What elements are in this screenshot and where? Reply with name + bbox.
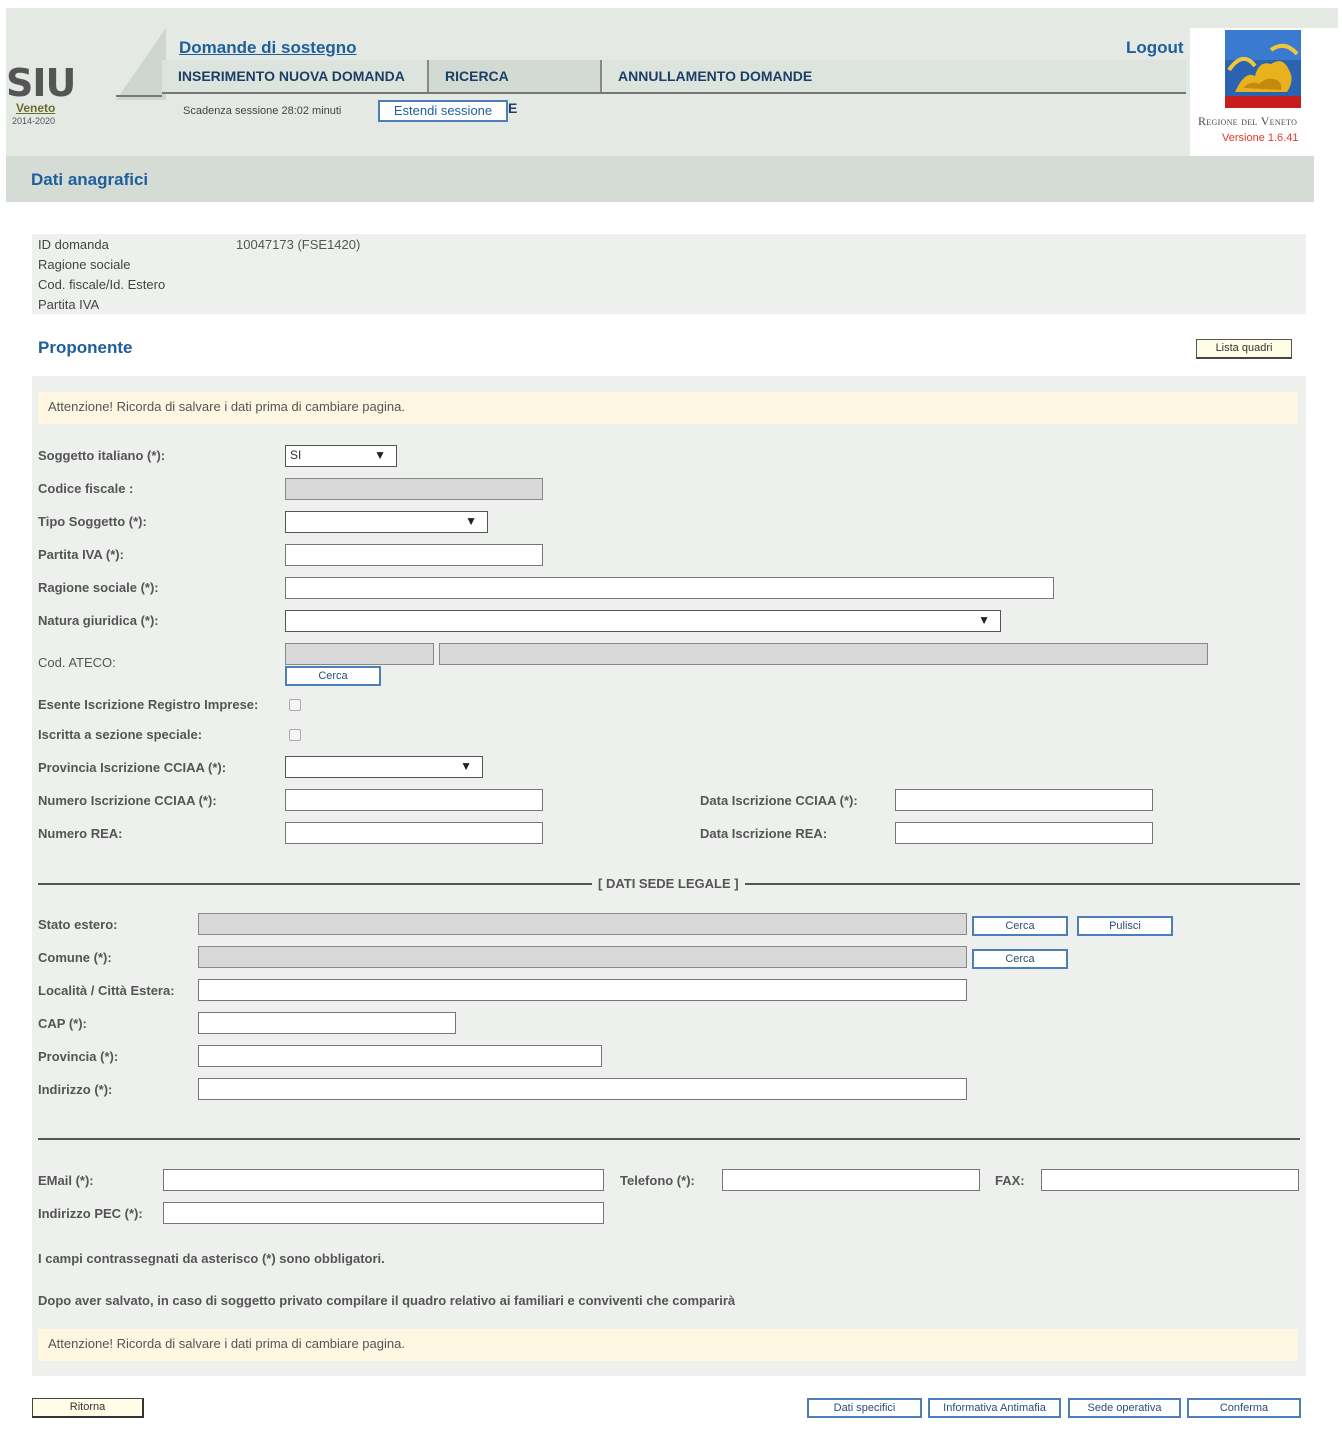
- codice-fiscale-input: [285, 478, 543, 500]
- extend-session-button[interactable]: Estendi sessione: [378, 100, 508, 122]
- cod-ateco-desc-input: [439, 643, 1208, 665]
- data-rea-label: Data Iscrizione REA:: [700, 826, 828, 841]
- numero-rea-input[interactable]: [285, 822, 543, 844]
- telefono-label: Telefono (*):: [620, 1173, 695, 1188]
- menu-annullamento-domande[interactable]: ANNULLAMENTO DOMANDE: [602, 60, 828, 92]
- data-cciaa-label: Data Iscrizione CCIAA (*):: [700, 793, 858, 808]
- provincia-input[interactable]: [198, 1045, 602, 1067]
- iscritta-checkbox[interactable]: [289, 729, 301, 741]
- id-domanda-label: ID domanda: [38, 237, 109, 252]
- siu-logo: SIU: [6, 61, 76, 105]
- cod-ateco-cerca-button[interactable]: Cerca: [285, 666, 381, 686]
- warning-banner-top: Attenzione! Ricorda di salvare i dati pr…: [38, 392, 1298, 424]
- application-summary: [32, 234, 1306, 314]
- dropdown-arrow-icon: ▼: [465, 514, 477, 528]
- soggetto-italiano-label: Soggetto italiano (*):: [38, 448, 166, 463]
- app-version: Versione 1.6.41: [1222, 132, 1299, 144]
- dropdown-arrow-icon: ▼: [460, 759, 472, 773]
- esente-checkbox[interactable]: [289, 699, 301, 711]
- natura-giuridica-label: Natura giuridica (*):: [38, 613, 159, 628]
- siu-logo-years: 2014-2020: [12, 116, 56, 126]
- email-input[interactable]: [163, 1169, 604, 1191]
- fax-input[interactable]: [1041, 1169, 1299, 1191]
- menu-inserimento-nuova-domanda[interactable]: INSERIMENTO NUOVA DOMANDA: [162, 60, 429, 92]
- id-domanda-value: 10047173 (FSE1420): [236, 237, 361, 252]
- mandatory-note: I campi contrassegnati da asterisco (*) …: [38, 1251, 385, 1266]
- pec-input[interactable]: [163, 1202, 604, 1224]
- partita-iva-field-label: Partita IVA (*):: [38, 547, 124, 562]
- dropdown-arrow-icon: ▼: [374, 448, 386, 462]
- iscritta-label: Iscritta a sezione speciale:: [38, 727, 203, 742]
- indirizzo-label: Indirizzo (*):: [38, 1082, 113, 1097]
- provincia-cciaa-select[interactable]: ▼: [285, 756, 483, 778]
- localita-label: Località / Città Estera:: [38, 983, 175, 998]
- tipo-soggetto-label: Tipo Soggetto (*):: [38, 514, 147, 529]
- dati-specifici-button[interactable]: Dati specifici: [807, 1398, 922, 1418]
- comune-label: Comune (*):: [38, 950, 112, 965]
- comune-input: [198, 946, 967, 968]
- main-menu: INSERIMENTO NUOVA DOMANDA RICERCA DOMAND…: [162, 60, 1186, 116]
- cod-ateco-label: Cod. ATECO:: [38, 655, 116, 670]
- save-note: Dopo aver salvato, in caso di soggetto p…: [38, 1293, 736, 1308]
- email-label: EMail (*):: [38, 1173, 94, 1188]
- cod-ateco-code-input: [285, 643, 434, 665]
- fax-label: FAX:: [995, 1173, 1025, 1188]
- codice-fiscale-label: Cod. fiscale/Id. Estero: [38, 277, 166, 292]
- lion-emblem-icon: [1225, 30, 1301, 108]
- codice-fiscale-field-label: Codice fiscale :: [38, 481, 134, 496]
- ragione-sociale-input[interactable]: [285, 577, 1054, 599]
- localita-input[interactable]: [198, 979, 967, 1001]
- provincia-label: Provincia (*):: [38, 1049, 119, 1064]
- data-cciaa-input[interactable]: [895, 789, 1153, 811]
- indirizzo-input[interactable]: [198, 1078, 967, 1100]
- header-decoration: [116, 28, 166, 100]
- warning-banner-bottom: Attenzione! Ricorda di salvare i dati pr…: [38, 1329, 1298, 1361]
- cap-label: CAP (*):: [38, 1016, 87, 1031]
- sede-operativa-button[interactable]: Sede operativa: [1068, 1398, 1181, 1418]
- sede-legale-title: [ DATI SEDE LEGALE ]: [592, 876, 745, 891]
- contacts-divider: [38, 1138, 1300, 1140]
- partita-iva-input[interactable]: [285, 544, 543, 566]
- logout-link[interactable]: Logout: [1126, 38, 1184, 58]
- informativa-antimafia-button[interactable]: Informativa Antimafia: [928, 1398, 1061, 1418]
- ritorna-button[interactable]: Ritorna: [32, 1398, 144, 1418]
- data-rea-input[interactable]: [895, 822, 1153, 844]
- telefono-input[interactable]: [722, 1169, 980, 1191]
- lista-quadri-button[interactable]: Lista quadri: [1196, 339, 1292, 359]
- partita-iva-label: Partita IVA: [38, 297, 100, 312]
- stato-estero-pulisci-button[interactable]: Pulisci: [1077, 916, 1173, 936]
- soggetto-italiano-value: SI: [290, 448, 302, 462]
- stato-estero-label: Stato estero:: [38, 917, 118, 932]
- tipo-soggetto-select[interactable]: ▼: [285, 511, 488, 533]
- comune-cerca-button[interactable]: Cerca: [972, 949, 1068, 969]
- section-title: Dati anagrafici: [31, 170, 149, 189]
- cap-input[interactable]: [198, 1012, 456, 1034]
- ragione-sociale-field-label: Ragione sociale (*):: [38, 580, 159, 595]
- proponente-title: Proponente: [38, 338, 133, 357]
- numero-rea-label: Numero REA:: [38, 826, 123, 841]
- ragione-sociale-label: Ragione sociale: [38, 257, 131, 272]
- siu-logo-region: Veneto: [16, 101, 56, 115]
- stato-estero-input: [198, 913, 967, 935]
- stato-estero-cerca-button[interactable]: Cerca: [972, 916, 1068, 936]
- section-header: [6, 156, 1314, 202]
- numero-cciaa-input[interactable]: [285, 789, 543, 811]
- menu-ricerca-domande[interactable]: RICERCA DOMANDE: [429, 60, 602, 116]
- dropdown-arrow-icon: ▼: [978, 613, 990, 627]
- numero-cciaa-label: Numero Iscrizione CCIAA (*):: [38, 793, 217, 808]
- conferma-button[interactable]: Conferma: [1187, 1398, 1301, 1418]
- domande-sostegno-link[interactable]: Domande di sostegno: [179, 38, 357, 58]
- provincia-cciaa-label: Provincia Iscrizione CCIAA (*):: [38, 760, 227, 775]
- esente-label: Esente Iscrizione Registro Imprese:: [38, 697, 259, 712]
- soggetto-italiano-select[interactable]: SI ▼: [285, 445, 397, 467]
- natura-giuridica-select[interactable]: ▼: [285, 610, 1001, 632]
- session-expiry-text: Scadenza sessione 28:02 minuti: [183, 105, 342, 117]
- pec-label: Indirizzo PEC (*):: [38, 1206, 143, 1221]
- region-name: Regione del Veneto: [1198, 114, 1298, 128]
